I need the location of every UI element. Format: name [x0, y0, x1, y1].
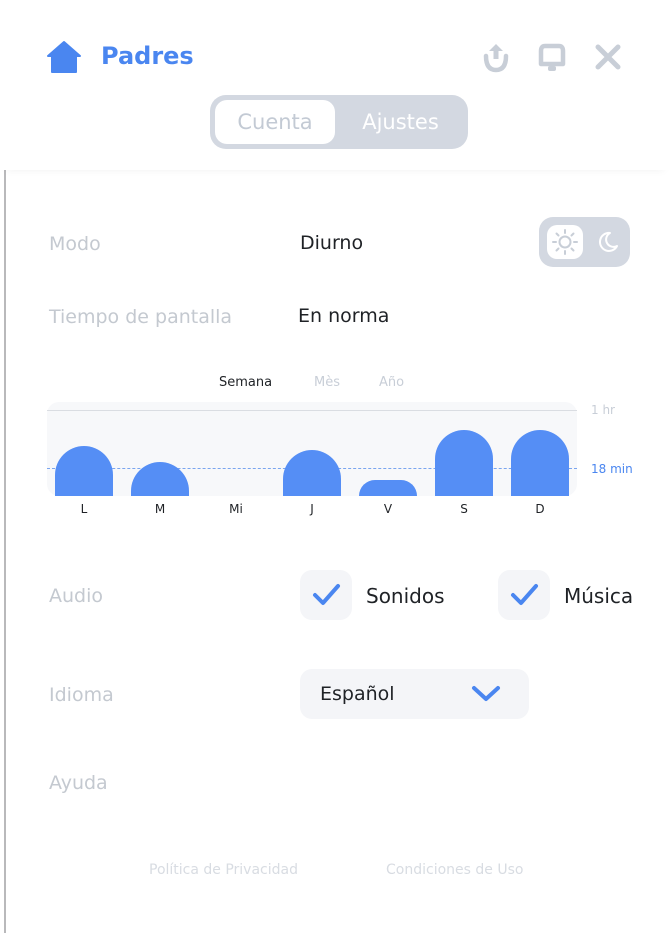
x-tick-label: J [310, 502, 314, 516]
screen-time-value: En norma [298, 305, 390, 327]
sun-icon[interactable] [547, 225, 583, 259]
chart-bar [511, 430, 569, 496]
check-icon [313, 584, 340, 605]
language-select[interactable]: Español [300, 669, 529, 719]
chart-bar [55, 445, 113, 496]
notification-icon[interactable] [535, 40, 569, 74]
mode-label: Modo [49, 233, 101, 255]
music-label: Música [564, 584, 634, 608]
tab-cuenta[interactable]: Cuenta [215, 100, 335, 144]
privacy-policy-link[interactable]: Política de Privacidad [149, 862, 298, 878]
x-tick-label: L [80, 502, 88, 516]
language-value: Español [320, 683, 395, 705]
audio-label: Audio [49, 585, 104, 607]
x-tick-label: S [460, 502, 468, 516]
chevron-down-icon [472, 686, 500, 701]
screen-time-label: Tiempo de pantalla [49, 306, 233, 328]
x-tick-label: D [535, 502, 545, 516]
x-tick-label: M [154, 502, 166, 516]
sounds-label: Sonidos [366, 584, 445, 608]
header: Padres Cuenta Ajustes [0, 0, 670, 170]
chart-tab-semana[interactable]: Semana [219, 375, 272, 390]
moon-icon[interactable] [591, 225, 625, 259]
help-link[interactable]: Ayuda [49, 772, 108, 794]
sounds-checkbox[interactable] [300, 570, 352, 620]
app-title: Padres [101, 42, 194, 70]
chart-grid-line [47, 410, 577, 411]
account-settings-tabs: Cuenta Ajustes [210, 95, 468, 149]
mode-toggle[interactable] [539, 217, 630, 267]
chart-bar [359, 480, 417, 496]
x-tick-label: V [383, 502, 393, 516]
y-tick-label: 18 min [591, 462, 633, 476]
terms-of-use-link[interactable]: Condiciones de Uso [386, 862, 523, 878]
chart-tab-mes[interactable]: Mès [314, 375, 340, 390]
chart-bar [435, 430, 493, 496]
mode-value: Diurno [300, 232, 364, 254]
close-icon[interactable] [591, 40, 625, 74]
language-label: Idioma [49, 684, 114, 706]
chart-tab-ano[interactable]: Año [379, 375, 404, 390]
music-checkbox[interactable] [498, 570, 550, 620]
check-icon [511, 584, 538, 605]
x-tick-label: Mi [229, 502, 243, 516]
tab-ajustes[interactable]: Ajustes [338, 100, 463, 144]
y-tick-label: 1 hr [591, 403, 615, 417]
home-icon[interactable] [46, 40, 82, 74]
share-icon[interactable] [479, 40, 513, 74]
